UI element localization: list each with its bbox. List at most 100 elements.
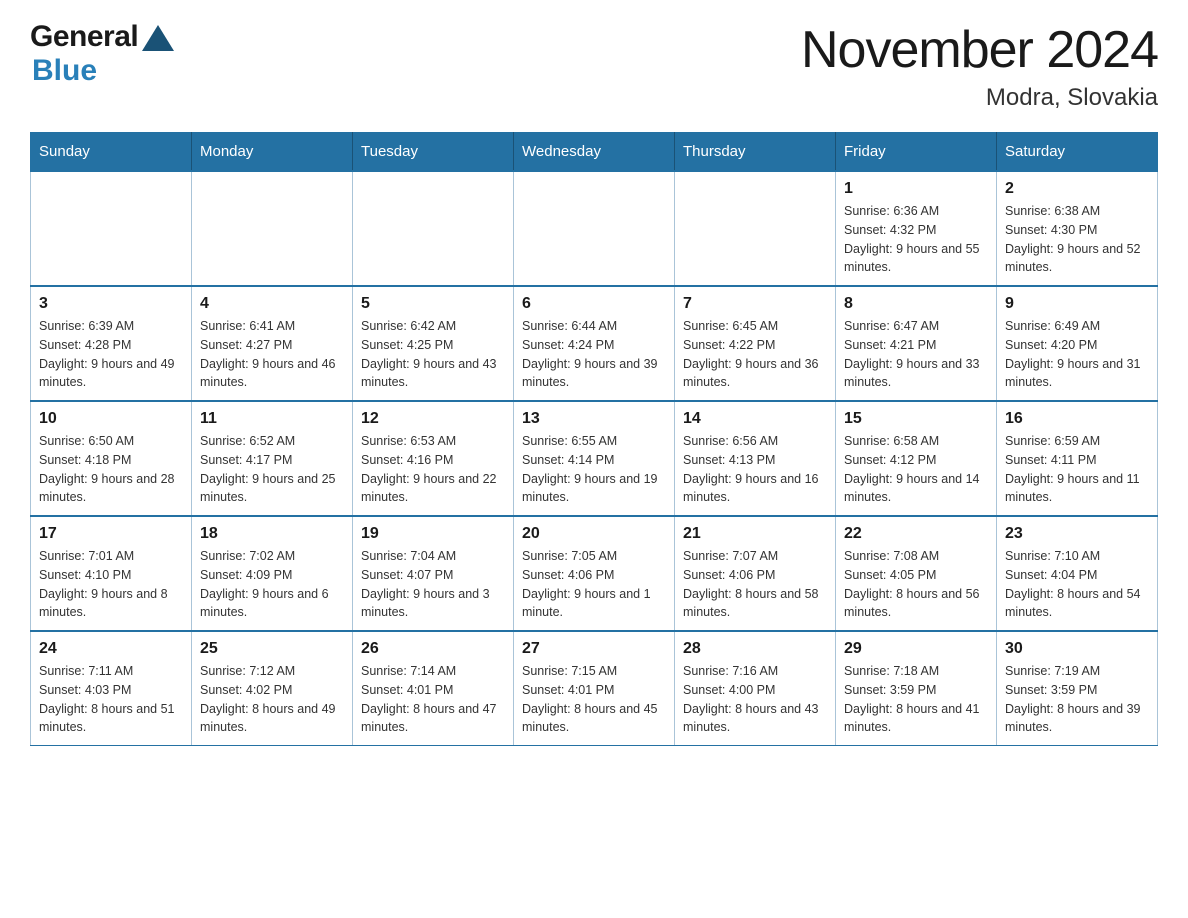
day-number: 24 bbox=[39, 640, 183, 658]
day-info: Sunrise: 6:58 AM Sunset: 4:12 PM Dayligh… bbox=[844, 432, 988, 507]
day-number: 3 bbox=[39, 295, 183, 313]
table-row: 3 Sunrise: 6:39 AM Sunset: 4:28 PM Daylig… bbox=[31, 286, 192, 401]
day-info: Sunrise: 7:19 AM Sunset: 3:59 PM Dayligh… bbox=[1005, 662, 1149, 737]
col-saturday: Saturday bbox=[997, 133, 1158, 172]
table-row bbox=[353, 171, 514, 286]
day-info: Sunrise: 7:11 AM Sunset: 4:03 PM Dayligh… bbox=[39, 662, 183, 737]
day-info: Sunrise: 7:05 AM Sunset: 4:06 PM Dayligh… bbox=[522, 547, 666, 622]
day-info: Sunrise: 6:45 AM Sunset: 4:22 PM Dayligh… bbox=[683, 317, 827, 392]
table-row: 13 Sunrise: 6:55 AM Sunset: 4:14 PM Dayli… bbox=[514, 401, 675, 516]
day-number: 4 bbox=[200, 295, 344, 313]
calendar-title: November 2024 bbox=[801, 20, 1158, 80]
day-number: 25 bbox=[200, 640, 344, 658]
day-info: Sunrise: 6:53 AM Sunset: 4:16 PM Dayligh… bbox=[361, 432, 505, 507]
day-number: 5 bbox=[361, 295, 505, 313]
table-row bbox=[31, 171, 192, 286]
table-row: 16 Sunrise: 6:59 AM Sunset: 4:11 PM Dayli… bbox=[997, 401, 1158, 516]
table-row: 23 Sunrise: 7:10 AM Sunset: 4:04 PM Dayli… bbox=[997, 516, 1158, 631]
day-info: Sunrise: 7:01 AM Sunset: 4:10 PM Dayligh… bbox=[39, 547, 183, 622]
calendar-table: Sunday Monday Tuesday Wednesday Thursday… bbox=[30, 132, 1158, 746]
day-info: Sunrise: 6:38 AM Sunset: 4:30 PM Dayligh… bbox=[1005, 202, 1149, 277]
calendar-header-row: Sunday Monday Tuesday Wednesday Thursday… bbox=[31, 133, 1158, 172]
day-number: 19 bbox=[361, 525, 505, 543]
day-info: Sunrise: 6:52 AM Sunset: 4:17 PM Dayligh… bbox=[200, 432, 344, 507]
table-row: 9Sunrise: 6:49 AM Sunset: 4:20 PM Daylig… bbox=[997, 286, 1158, 401]
day-info: Sunrise: 7:18 AM Sunset: 3:59 PM Dayligh… bbox=[844, 662, 988, 737]
table-row: 30Sunrise: 7:19 AM Sunset: 3:59 PM Dayli… bbox=[997, 631, 1158, 746]
col-friday: Friday bbox=[836, 133, 997, 172]
day-info: Sunrise: 7:14 AM Sunset: 4:01 PM Dayligh… bbox=[361, 662, 505, 737]
logo-triangle-icon bbox=[140, 23, 176, 53]
day-number: 8 bbox=[844, 295, 988, 313]
table-row: 2Sunrise: 6:38 AM Sunset: 4:30 PM Daylig… bbox=[997, 171, 1158, 286]
table-row: 8Sunrise: 6:47 AM Sunset: 4:21 PM Daylig… bbox=[836, 286, 997, 401]
col-monday: Monday bbox=[192, 133, 353, 172]
calendar-subtitle: Modra, Slovakia bbox=[801, 84, 1158, 112]
page-header: General Blue November 2024 Modra, Slovak… bbox=[30, 20, 1158, 112]
logo-blue-text: Blue bbox=[32, 54, 97, 88]
table-row bbox=[514, 171, 675, 286]
day-number: 14 bbox=[683, 410, 827, 428]
day-number: 17 bbox=[39, 525, 183, 543]
day-info: Sunrise: 7:16 AM Sunset: 4:00 PM Dayligh… bbox=[683, 662, 827, 737]
table-row: 21 Sunrise: 7:07 AM Sunset: 4:06 PM Dayli… bbox=[675, 516, 836, 631]
day-number: 13 bbox=[522, 410, 666, 428]
day-info: Sunrise: 7:10 AM Sunset: 4:04 PM Dayligh… bbox=[1005, 547, 1149, 622]
table-row: 24 Sunrise: 7:11 AM Sunset: 4:03 PM Dayli… bbox=[31, 631, 192, 746]
table-row: 19 Sunrise: 7:04 AM Sunset: 4:07 PM Dayli… bbox=[353, 516, 514, 631]
table-row: 28 Sunrise: 7:16 AM Sunset: 4:00 PM Dayli… bbox=[675, 631, 836, 746]
col-wednesday: Wednesday bbox=[514, 133, 675, 172]
logo: General Blue bbox=[30, 20, 176, 88]
calendar-week-row: 17 Sunrise: 7:01 AM Sunset: 4:10 PM Dayli… bbox=[31, 516, 1158, 631]
table-row: 27Sunrise: 7:15 AM Sunset: 4:01 PM Dayli… bbox=[514, 631, 675, 746]
day-info: Sunrise: 6:39 AM Sunset: 4:28 PM Dayligh… bbox=[39, 317, 183, 392]
day-number: 18 bbox=[200, 525, 344, 543]
table-row: 29 Sunrise: 7:18 AM Sunset: 3:59 PM Dayli… bbox=[836, 631, 997, 746]
day-info: Sunrise: 6:41 AM Sunset: 4:27 PM Dayligh… bbox=[200, 317, 344, 392]
table-row: 25 Sunrise: 7:12 AM Sunset: 4:02 PM Dayli… bbox=[192, 631, 353, 746]
day-number: 11 bbox=[200, 410, 344, 428]
day-number: 21 bbox=[683, 525, 827, 543]
day-number: 15 bbox=[844, 410, 988, 428]
table-row: 17 Sunrise: 7:01 AM Sunset: 4:10 PM Dayli… bbox=[31, 516, 192, 631]
day-number: 23 bbox=[1005, 525, 1149, 543]
day-info: Sunrise: 6:42 AM Sunset: 4:25 PM Dayligh… bbox=[361, 317, 505, 392]
day-number: 6 bbox=[522, 295, 666, 313]
day-info: Sunrise: 7:12 AM Sunset: 4:02 PM Dayligh… bbox=[200, 662, 344, 737]
col-sunday: Sunday bbox=[31, 133, 192, 172]
day-number: 7 bbox=[683, 295, 827, 313]
day-number: 12 bbox=[361, 410, 505, 428]
table-row: 18Sunrise: 7:02 AM Sunset: 4:09 PM Dayli… bbox=[192, 516, 353, 631]
day-number: 28 bbox=[683, 640, 827, 658]
logo-general-text: General bbox=[30, 20, 138, 54]
title-section: November 2024 Modra, Slovakia bbox=[801, 20, 1158, 112]
day-info: Sunrise: 7:08 AM Sunset: 4:05 PM Dayligh… bbox=[844, 547, 988, 622]
day-info: Sunrise: 6:49 AM Sunset: 4:20 PM Dayligh… bbox=[1005, 317, 1149, 392]
table-row bbox=[675, 171, 836, 286]
table-row: 20Sunrise: 7:05 AM Sunset: 4:06 PM Dayli… bbox=[514, 516, 675, 631]
day-number: 26 bbox=[361, 640, 505, 658]
calendar-week-row: 10Sunrise: 6:50 AM Sunset: 4:18 PM Dayli… bbox=[31, 401, 1158, 516]
day-info: Sunrise: 7:15 AM Sunset: 4:01 PM Dayligh… bbox=[522, 662, 666, 737]
table-row: 12 Sunrise: 6:53 AM Sunset: 4:16 PM Dayli… bbox=[353, 401, 514, 516]
day-info: Sunrise: 7:04 AM Sunset: 4:07 PM Dayligh… bbox=[361, 547, 505, 622]
calendar-week-row: 3 Sunrise: 6:39 AM Sunset: 4:28 PM Daylig… bbox=[31, 286, 1158, 401]
table-row: 4 Sunrise: 6:41 AM Sunset: 4:27 PM Daylig… bbox=[192, 286, 353, 401]
day-number: 16 bbox=[1005, 410, 1149, 428]
day-info: Sunrise: 6:55 AM Sunset: 4:14 PM Dayligh… bbox=[522, 432, 666, 507]
calendar-week-row: 1Sunrise: 6:36 AM Sunset: 4:32 PM Daylig… bbox=[31, 171, 1158, 286]
table-row bbox=[192, 171, 353, 286]
day-info: Sunrise: 6:44 AM Sunset: 4:24 PM Dayligh… bbox=[522, 317, 666, 392]
day-number: 29 bbox=[844, 640, 988, 658]
day-number: 10 bbox=[39, 410, 183, 428]
table-row: 14 Sunrise: 6:56 AM Sunset: 4:13 PM Dayli… bbox=[675, 401, 836, 516]
table-row: 26 Sunrise: 7:14 AM Sunset: 4:01 PM Dayli… bbox=[353, 631, 514, 746]
day-number: 22 bbox=[844, 525, 988, 543]
day-info: Sunrise: 6:56 AM Sunset: 4:13 PM Dayligh… bbox=[683, 432, 827, 507]
table-row: 15 Sunrise: 6:58 AM Sunset: 4:12 PM Dayli… bbox=[836, 401, 997, 516]
col-thursday: Thursday bbox=[675, 133, 836, 172]
table-row: 11 Sunrise: 6:52 AM Sunset: 4:17 PM Dayli… bbox=[192, 401, 353, 516]
day-info: Sunrise: 6:59 AM Sunset: 4:11 PM Dayligh… bbox=[1005, 432, 1149, 507]
day-info: Sunrise: 7:07 AM Sunset: 4:06 PM Dayligh… bbox=[683, 547, 827, 622]
calendar-week-row: 24 Sunrise: 7:11 AM Sunset: 4:03 PM Dayli… bbox=[31, 631, 1158, 746]
